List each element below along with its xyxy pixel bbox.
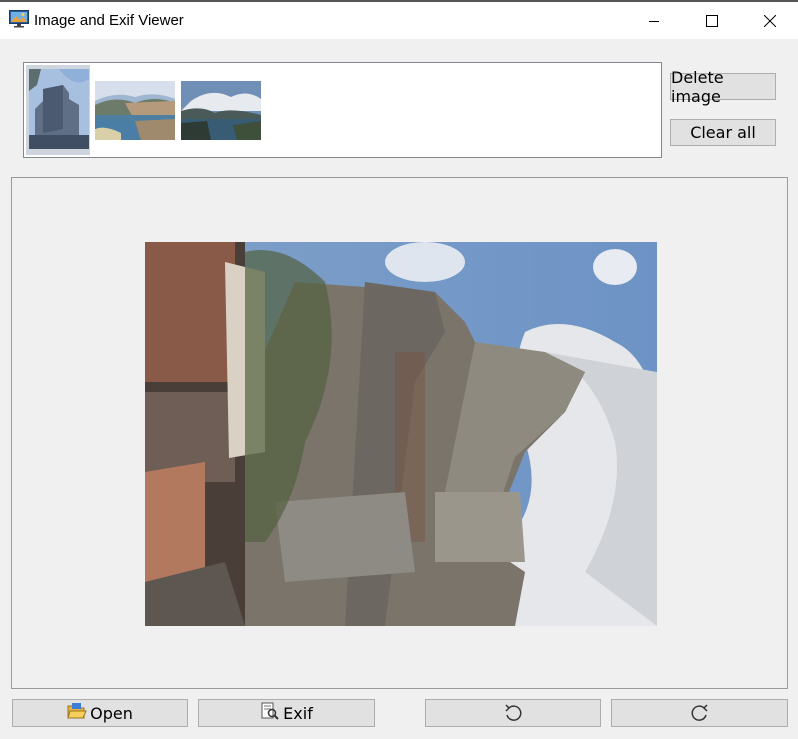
thumbnail-coast-clouds[interactable] — [181, 81, 261, 140]
document-search-icon — [260, 702, 280, 724]
open-button[interactable]: Open — [12, 699, 188, 727]
clear-all-button[interactable]: Clear all — [670, 119, 776, 146]
close-button[interactable] — [747, 2, 793, 39]
rotate-right-button[interactable] — [611, 699, 788, 727]
delete-image-button[interactable]: Delete image — [670, 68, 776, 106]
exif-button-label: Exif — [283, 703, 313, 723]
main-image — [145, 242, 657, 626]
rotate-left-icon — [505, 704, 522, 721]
minimize-icon — [649, 20, 659, 22]
thumbnail-strip[interactable] — [23, 62, 662, 158]
maximize-button[interactable] — [689, 2, 735, 39]
thumbnail-castle-tower[interactable] — [29, 69, 89, 149]
exif-button[interactable]: Exif — [198, 699, 375, 727]
folder-open-icon — [67, 702, 87, 724]
window-title: Image and Exif Viewer — [34, 12, 184, 29]
thumbnail-seaside-town[interactable] — [95, 81, 175, 140]
title-bar[interactable]: Image and Exif Viewer — [0, 2, 798, 39]
maximize-icon — [706, 14, 718, 27]
image-viewer[interactable] — [11, 177, 788, 689]
close-icon — [764, 14, 776, 27]
rotate-right-icon — [691, 704, 708, 721]
minimize-button[interactable] — [631, 2, 677, 39]
monitor-picture-icon — [9, 10, 29, 28]
rotate-left-button[interactable] — [425, 699, 601, 727]
open-button-label: Open — [90, 703, 133, 723]
